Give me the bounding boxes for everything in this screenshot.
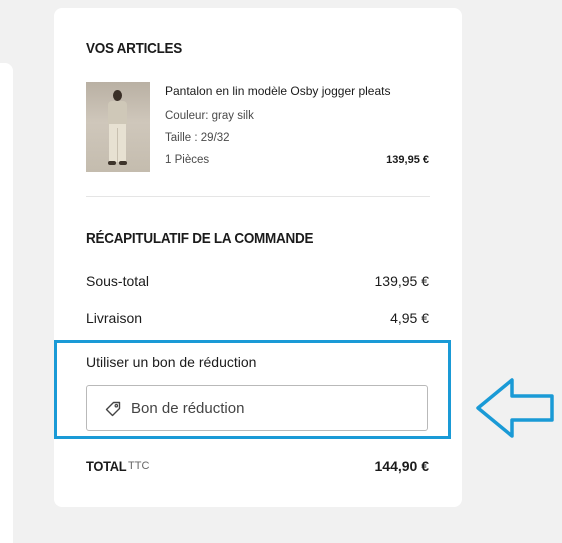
product-quantity: 1 Pièces bbox=[165, 154, 210, 166]
shipping-value: 4,95 € bbox=[390, 310, 429, 326]
articles-title: VOS ARTICLES bbox=[86, 40, 183, 57]
arrow-left-icon bbox=[476, 378, 554, 438]
subtotal-value: 139,95 € bbox=[374, 273, 430, 289]
subtotal-label: Sous-total bbox=[86, 273, 150, 289]
summary-title: RÉCAPITULATIF DE LA COMMANDE bbox=[86, 230, 314, 247]
product-color: Couleur: gray silk bbox=[165, 110, 254, 122]
section-divider bbox=[86, 196, 430, 197]
product-name[interactable]: Pantalon en lin modèle Osby jogger pleat… bbox=[165, 84, 390, 98]
shipping-label: Livraison bbox=[86, 310, 143, 326]
total-label: TOTAL bbox=[86, 458, 127, 474]
product-image[interactable] bbox=[86, 82, 150, 172]
adjacent-panel bbox=[0, 63, 13, 543]
product-price: 139,95 € bbox=[386, 154, 429, 166]
total-value: 144,90 € bbox=[374, 458, 430, 474]
product-size: Taille : 29/32 bbox=[165, 132, 230, 144]
coupon-highlight-box bbox=[54, 340, 451, 439]
total-suffix: TTC bbox=[128, 460, 150, 472]
